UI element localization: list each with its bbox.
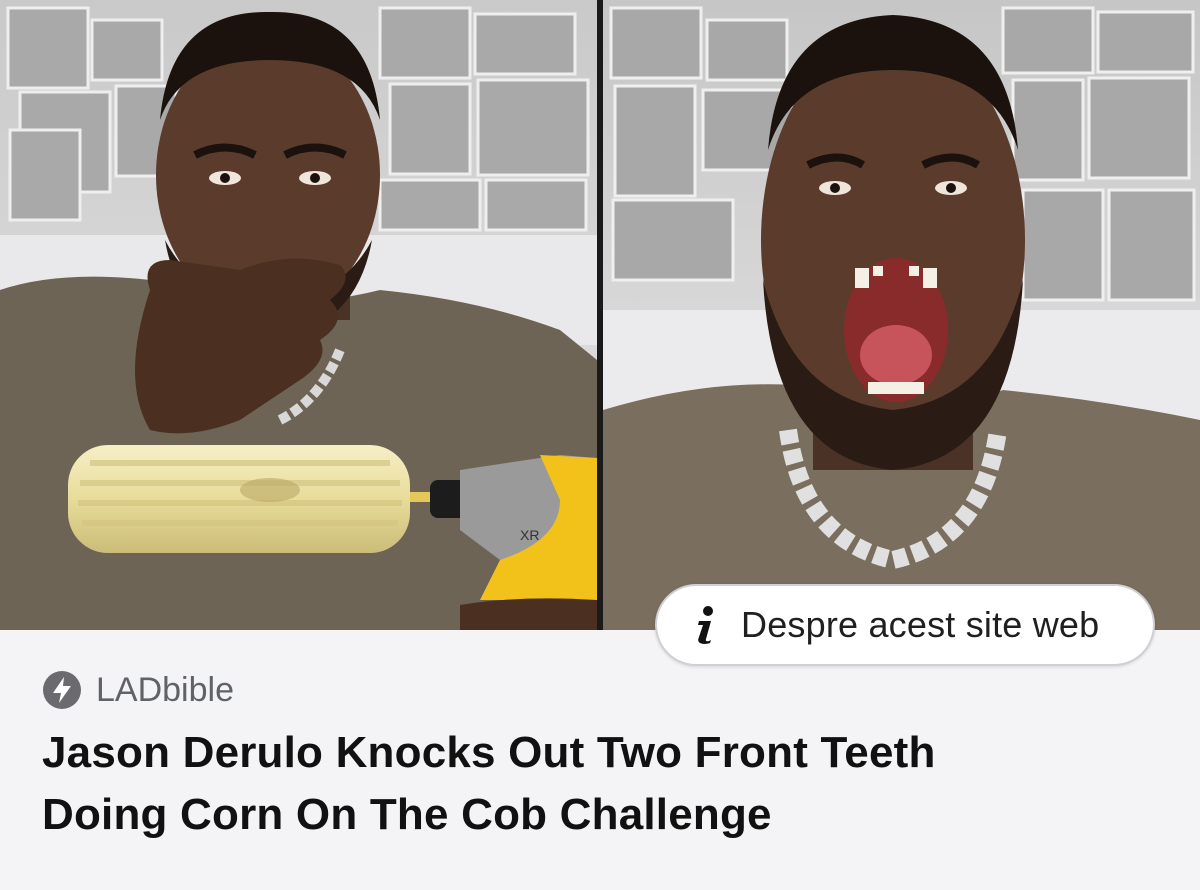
source-name: LADbible — [96, 670, 234, 709]
man-holding-corn-on-drill-photo: XR — [0, 0, 597, 630]
lightning-bolt-icon — [42, 670, 82, 710]
article-headline[interactable]: Jason Derulo Knocks Out Two Front Teeth … — [42, 722, 1162, 846]
info-icon — [691, 605, 721, 645]
about-site-label: Despre acest site web — [741, 604, 1100, 645]
source-row[interactable]: LADbible — [42, 670, 234, 710]
headline-line-2: Doing Corn On The Cob Challenge — [42, 790, 772, 839]
news-card[interactable]: XR Despre acest site web LADbible Jason … — [0, 0, 1200, 890]
about-site-button[interactable]: Despre acest site web — [655, 584, 1155, 666]
left-photo-panel: XR — [0, 0, 597, 630]
article-image[interactable]: XR — [0, 0, 1200, 630]
headline-line-1: Jason Derulo Knocks Out Two Front Teeth — [42, 728, 936, 777]
man-open-mouth-missing-teeth-photo — [603, 0, 1200, 630]
right-photo-panel — [603, 0, 1200, 630]
svg-text:XR: XR — [520, 527, 539, 543]
